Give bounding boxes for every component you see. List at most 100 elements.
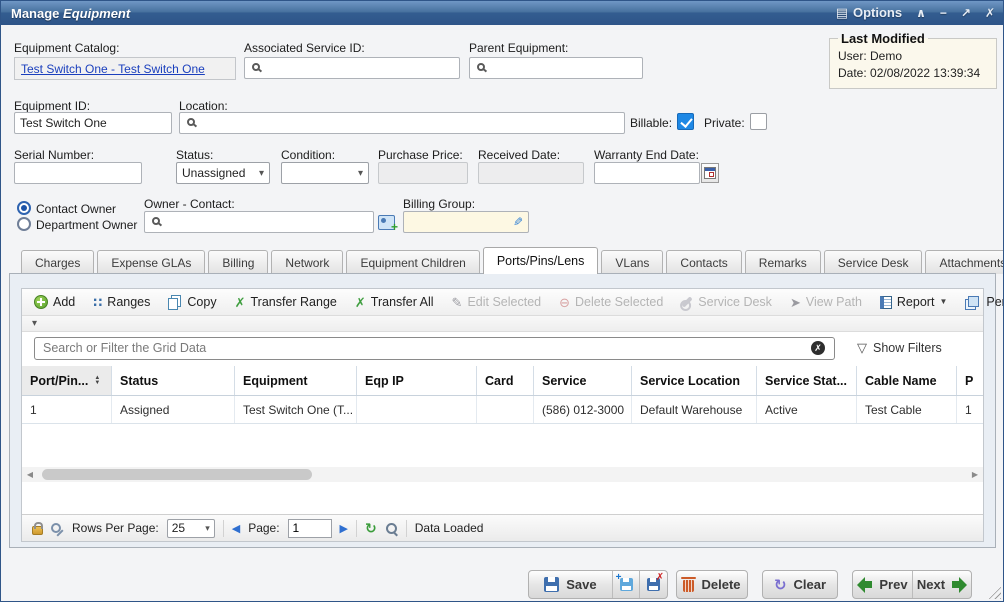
close-icon[interactable]: ✗: [985, 1, 995, 25]
prev-button[interactable]: Prev: [853, 571, 912, 598]
billable-label: Billable:: [630, 116, 672, 130]
collapse-icon[interactable]: ∧: [916, 1, 926, 25]
tab-equipment-children[interactable]: Equipment Children: [346, 250, 479, 274]
show-filters-button[interactable]: ▽ Show Filters: [857, 340, 942, 356]
clear-button[interactable]: ↻ Clear: [762, 570, 838, 599]
search-icon: [187, 118, 195, 126]
tab-attachments[interactable]: Attachments: [925, 250, 1004, 274]
last-modified-box: Last Modified User: Demo Date: 02/08/202…: [829, 31, 997, 89]
delete-selected-button: ⊖ Delete Selected: [551, 291, 671, 313]
tab-expense-glas[interactable]: Expense GLAs: [97, 250, 205, 274]
received-date-input: [478, 162, 584, 184]
search-icon: [252, 63, 260, 71]
copy-button[interactable]: Copy: [160, 291, 224, 313]
chevron-down-icon: ▾: [205, 523, 210, 534]
minimize-icon[interactable]: −: [940, 1, 947, 25]
table-row[interactable]: 1 Assigned Test Switch One (T... (586) 0…: [22, 396, 983, 424]
cell-p: 1: [957, 396, 983, 423]
clear-search-icon[interactable]: ✗: [811, 341, 825, 355]
column-header-service-status[interactable]: Service Stat...: [757, 366, 857, 395]
scrollbar-track[interactable]: [38, 468, 967, 481]
ranges-button[interactable]: ∷ Ranges: [85, 291, 158, 313]
options-icon: ▤: [836, 1, 848, 25]
billable-checkbox[interactable]: [677, 113, 694, 130]
cell-service-status: Active: [757, 396, 857, 423]
serial-number-input[interactable]: [14, 162, 142, 184]
status-select[interactable]: Unassigned ▾: [176, 162, 270, 184]
private-checkbox[interactable]: [750, 113, 767, 130]
cell-card: [477, 396, 534, 423]
owner-contact-input[interactable]: [144, 211, 374, 233]
copy-icon: [168, 298, 178, 310]
column-header-equipment[interactable]: Equipment: [235, 366, 357, 395]
report-button[interactable]: Report ▼: [872, 291, 955, 313]
prev-arrow-icon: [857, 577, 872, 593]
column-header-cable-name[interactable]: Cable Name: [857, 366, 957, 395]
title-bar: Manage Equipment ▤ Options ∧ − ↗ ✗: [1, 1, 1004, 25]
transfer-all-button[interactable]: ✗ Transfer All: [347, 291, 442, 313]
scroll-right-icon[interactable]: ▶: [967, 470, 983, 479]
save-button[interactable]: Save: [529, 571, 612, 598]
tab-network[interactable]: Network: [271, 250, 343, 274]
key-icon[interactable]: [51, 522, 64, 535]
column-header-service-location[interactable]: Service Location: [632, 366, 757, 395]
department-owner-label: Department Owner: [36, 218, 137, 232]
edit-pencil-icon[interactable]: ✎: [513, 215, 523, 229]
save-icon: [544, 577, 559, 592]
column-header-status[interactable]: Status: [112, 366, 235, 395]
tab-billing[interactable]: Billing: [208, 250, 268, 274]
tab-contacts[interactable]: Contacts: [666, 250, 741, 274]
horizontal-scrollbar: ◀ ▶: [22, 467, 983, 482]
received-date-label: Received Date:: [478, 148, 560, 162]
page-input[interactable]: [288, 519, 332, 538]
column-header-p[interactable]: P: [957, 366, 983, 395]
chevron-down-icon: ▾: [259, 168, 264, 179]
tab-service-desk[interactable]: Service Desk: [824, 250, 923, 274]
add-button[interactable]: Add: [26, 291, 83, 313]
parent-equipment-input[interactable]: [469, 57, 643, 79]
rows-per-page-select[interactable]: 25 ▾: [167, 519, 215, 538]
department-owner-radio[interactable]: [17, 217, 31, 231]
contact-owner-radio[interactable]: [17, 201, 31, 215]
options-button[interactable]: ▤ Options: [836, 1, 902, 25]
clear-icon: ↻: [774, 576, 787, 594]
lock-icon[interactable]: [32, 526, 43, 535]
warranty-end-date-input[interactable]: [594, 162, 700, 184]
delete-button[interactable]: Delete: [676, 570, 748, 599]
billing-group-input[interactable]: [403, 211, 529, 233]
perspectives-button[interactable]: Perspectives: [957, 291, 1004, 313]
column-header-service[interactable]: Service: [534, 366, 632, 395]
next-page-icon[interactable]: ▶: [340, 522, 348, 535]
prev-page-icon[interactable]: ◀: [232, 522, 240, 535]
equipment-id-input[interactable]: [14, 112, 172, 134]
tab-charges[interactable]: Charges: [21, 250, 94, 274]
save-and-new-button[interactable]: +: [612, 571, 640, 598]
tab-ports-pins-lens[interactable]: Ports/Pins/Lens: [483, 247, 599, 274]
warranty-end-date-label: Warranty End Date:: [594, 148, 699, 162]
scroll-left-icon[interactable]: ◀: [22, 470, 38, 479]
view-path-icon: ➤: [790, 296, 801, 309]
column-header-port-pin[interactable]: Port/Pin... ▲▼: [22, 366, 112, 395]
condition-select[interactable]: ▾: [281, 162, 369, 184]
resize-handle[interactable]: [987, 585, 1001, 599]
overflow-dropdown-icon[interactable]: ▾: [32, 319, 37, 329]
status-value: Unassigned: [182, 166, 245, 180]
location-input[interactable]: [179, 112, 625, 134]
tab-vlans[interactable]: VLans: [601, 250, 663, 274]
search-grid-icon[interactable]: [385, 522, 398, 535]
save-and-close-button[interactable]: ✗: [639, 571, 667, 598]
equipment-catalog-link[interactable]: Test Switch One - Test Switch One: [21, 62, 205, 76]
maximize-icon[interactable]: ↗: [961, 1, 971, 25]
scrollbar-thumb[interactable]: [42, 469, 312, 480]
column-header-eqp-ip[interactable]: Eqp IP: [357, 366, 477, 395]
add-contact-icon[interactable]: [378, 215, 395, 230]
calendar-button[interactable]: [701, 163, 719, 183]
column-header-card[interactable]: Card: [477, 366, 534, 395]
grid-search-input[interactable]: [34, 337, 835, 360]
transfer-range-button[interactable]: ✗ Transfer Range: [227, 291, 345, 313]
chevron-down-icon: ▾: [358, 168, 363, 179]
associated-service-id-input[interactable]: [244, 57, 460, 79]
refresh-icon[interactable]: ↻: [365, 520, 377, 537]
next-button[interactable]: Next: [912, 571, 971, 598]
tab-remarks[interactable]: Remarks: [745, 250, 821, 274]
